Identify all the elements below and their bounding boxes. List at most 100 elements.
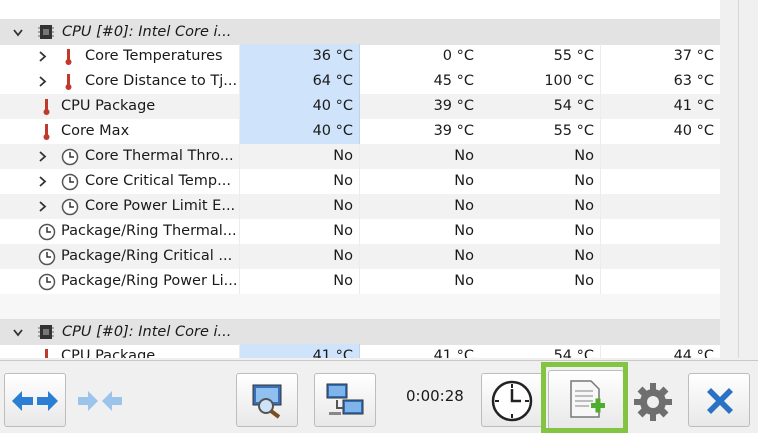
collapse-arrows-button[interactable] (68, 373, 130, 427)
current-value: No (240, 269, 360, 294)
clock-icon (490, 379, 534, 427)
min-value: No (454, 273, 474, 289)
max-value: 55 °C (553, 48, 594, 64)
network-button[interactable] (314, 373, 376, 427)
current-value: 64 °C (240, 69, 360, 94)
avg-value (600, 244, 720, 269)
sensor-label: Core Power Limit E... (85, 198, 236, 214)
max-value: No (574, 198, 594, 214)
gear-icon (631, 380, 675, 428)
table-row[interactable]: Core Max 40 °C 39 °C 55 °C 40 °C (0, 119, 720, 144)
sensor-grid: CPU [#0]: Intel Core i... Core Temperatu… (0, 0, 739, 358)
sensor-label: Package/Ring Thermal... (61, 223, 237, 239)
thermometer-icon (62, 73, 74, 91)
current-value: 41 °C (240, 344, 360, 358)
avg-value (600, 144, 720, 169)
thermometer-icon (62, 48, 74, 66)
clock-sensor-icon (38, 273, 56, 291)
min-value: 39 °C (433, 123, 474, 139)
current-value: No (240, 144, 360, 169)
table-row[interactable]: Core Critical Temp... No No No (0, 169, 720, 194)
sensor-label: CPU Package (61, 98, 156, 114)
min-value: No (454, 198, 474, 214)
vertical-scrollbar[interactable] (720, 0, 738, 358)
max-value: 55 °C (553, 123, 594, 139)
magnifier-monitor-icon (249, 382, 287, 424)
clock-sensor-icon (38, 248, 56, 266)
sensor-label: Core Critical Temp... (85, 173, 231, 189)
current-value: No (240, 219, 360, 244)
sensor-label: CPU Package (61, 348, 156, 358)
chip-icon (37, 323, 55, 341)
max-value: No (574, 223, 594, 239)
table-row[interactable]: Core Distance to Tj... 64 °C 45 °C 100 °… (0, 69, 720, 94)
max-value: 54 °C (553, 98, 594, 114)
clock-sensor-icon (61, 148, 79, 166)
min-value: No (454, 223, 474, 239)
expand-chevron-icon[interactable] (36, 144, 48, 169)
table-row[interactable]: CPU Package 40 °C 39 °C 54 °C 41 °C (0, 94, 720, 119)
group-title: CPU [#0]: Intel Core i... (62, 24, 232, 40)
table-row[interactable]: Core Power Limit E... No No No (0, 194, 720, 219)
expand-chevron-icon[interactable] (36, 44, 48, 69)
highlight-box (541, 362, 628, 433)
min-value: No (454, 248, 474, 264)
avg-value: 44 °C (600, 344, 720, 358)
reset-clock-button[interactable] (481, 373, 543, 427)
current-value: 36 °C (240, 44, 360, 69)
clock-sensor-icon (38, 223, 56, 241)
collapse-chevron-icon[interactable] (12, 20, 24, 45)
max-value: No (574, 248, 594, 264)
avg-value: 63 °C (600, 69, 720, 94)
max-value: 100 °C (544, 73, 594, 89)
expand-chevron-icon[interactable] (36, 69, 48, 94)
group-title: CPU [#0]: Intel Core i... (62, 324, 232, 340)
avg-value (600, 194, 720, 219)
group-header-cpu[interactable]: CPU [#0]: Intel Core i... (0, 319, 720, 345)
avg-value (600, 169, 720, 194)
max-value: 54 °C (553, 348, 594, 358)
close-x-icon (701, 382, 739, 424)
min-value: 41 °C (433, 348, 474, 358)
converge-arrows-icon (75, 386, 125, 420)
thermometer-icon (40, 98, 52, 116)
sensor-label: Core Thermal Thro... (85, 148, 234, 164)
close-button[interactable] (688, 373, 750, 427)
table-row[interactable]: Core Thermal Thro... No No No (0, 144, 720, 169)
expand-chevron-icon[interactable] (36, 194, 48, 219)
chip-icon (37, 23, 55, 41)
table-row[interactable]: Core Temperatures 36 °C 0 °C 55 °C 37 °C (0, 44, 720, 69)
min-value: 0 °C (442, 48, 474, 64)
sensor-label: Core Distance to Tj... (85, 73, 238, 89)
group-header-cpu[interactable]: CPU [#0]: Intel Core i... (0, 19, 720, 45)
min-value: 39 °C (433, 98, 474, 114)
min-value: 45 °C (433, 73, 474, 89)
sensor-label: Package/Ring Critical ... (61, 248, 233, 264)
sensor-label: Package/Ring Power Li... (61, 273, 238, 289)
avg-value: 40 °C (600, 119, 720, 144)
elapsed-timer: 0:00:28 (406, 387, 464, 405)
double-arrow-icon (10, 386, 60, 420)
thermometer-icon (40, 123, 52, 141)
settings-button[interactable] (626, 373, 680, 427)
min-value: No (454, 173, 474, 189)
expand-chevron-icon[interactable] (36, 169, 48, 194)
table-row[interactable]: Package/Ring Thermal... No No No (0, 219, 720, 244)
clock-sensor-icon (61, 173, 79, 191)
avg-value (600, 269, 720, 294)
avg-value: 41 °C (600, 94, 720, 119)
table-row[interactable]: Package/Ring Critical ... No No No (0, 244, 720, 269)
current-value: No (240, 194, 360, 219)
sensor-search-button[interactable] (236, 373, 298, 427)
collapse-chevron-icon[interactable] (12, 320, 24, 345)
sensor-label: Core Temperatures (85, 48, 223, 64)
avg-value: 37 °C (600, 44, 720, 69)
min-value: No (454, 148, 474, 164)
max-value: No (574, 173, 594, 189)
sensor-label: Core Max (61, 123, 130, 139)
table-row[interactable]: Package/Ring Power Li... No No No (0, 269, 720, 294)
max-value: No (574, 273, 594, 289)
table-row[interactable]: CPU Package 41 °C 41 °C 54 °C 44 °C (0, 344, 720, 358)
current-value: 40 °C (240, 94, 360, 119)
layout-arrows-button[interactable] (4, 373, 66, 427)
